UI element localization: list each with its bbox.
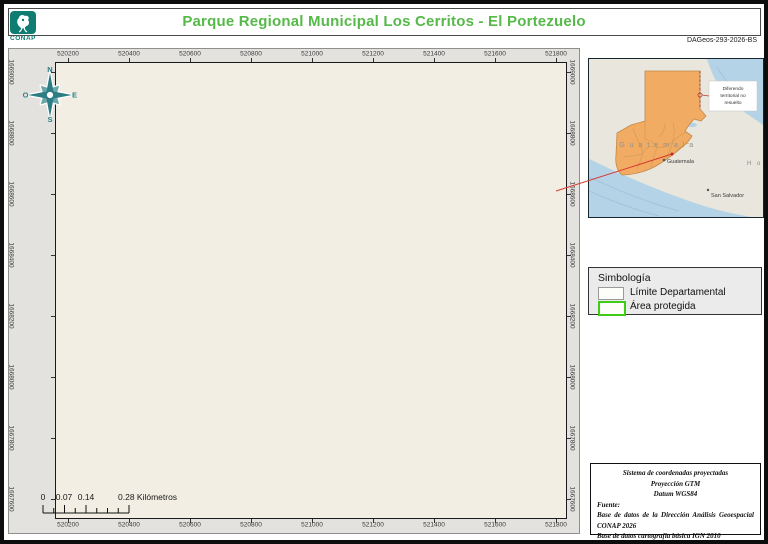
graticule-tick bbox=[51, 499, 55, 500]
graticule-tick bbox=[312, 519, 313, 523]
graticule-tick bbox=[51, 72, 55, 73]
easting-label-top: 520400 bbox=[118, 51, 140, 58]
fuente-label: Fuente: bbox=[597, 500, 754, 511]
compass-o: O bbox=[23, 91, 29, 100]
northing-label-left: 1667800 bbox=[8, 425, 15, 450]
inset-country-label: G u a t e m a l a bbox=[619, 142, 694, 149]
scale-label-014: 0.14 bbox=[78, 492, 95, 502]
graticule-tick bbox=[51, 133, 55, 134]
graticule-tick bbox=[373, 58, 374, 62]
note-line: resuelto bbox=[724, 100, 741, 106]
graticule-tick bbox=[68, 58, 69, 62]
northing-label-left: 1668800 bbox=[8, 120, 15, 145]
inset-locator-map: Diferendo territorial no resuelto G u a … bbox=[588, 58, 764, 218]
graticule-tick bbox=[251, 58, 252, 62]
inset-city-label: Guatemala bbox=[667, 159, 695, 165]
projection-line: Proyección GTM bbox=[597, 479, 754, 490]
compass-rose: N S O E bbox=[22, 64, 78, 122]
graticule-tick bbox=[373, 519, 374, 523]
graticule-tick bbox=[129, 519, 130, 523]
honduras-label: H o bbox=[747, 161, 762, 167]
graticule-tick bbox=[556, 519, 557, 523]
map-frame-border bbox=[55, 62, 567, 519]
scale-bar bbox=[40, 503, 135, 515]
easting-label-top: 521800 bbox=[545, 51, 567, 58]
graticule-tick bbox=[51, 377, 55, 378]
northing-label-left: 1668000 bbox=[8, 364, 15, 389]
source-line-1: Base de datos de la Dirección Análisis G… bbox=[597, 510, 754, 531]
compass-s: S bbox=[47, 115, 52, 122]
easting-label-top: 520600 bbox=[179, 51, 201, 58]
graticule-tick bbox=[495, 58, 496, 62]
graticule-tick bbox=[567, 316, 571, 317]
graticule-tick bbox=[567, 438, 571, 439]
map-title: Parque Regional Municipal Los Cerritos -… bbox=[8, 13, 760, 30]
graticule-tick bbox=[190, 519, 191, 523]
graticule-tick bbox=[68, 519, 69, 523]
graticule-tick bbox=[434, 58, 435, 62]
graticule-tick bbox=[129, 58, 130, 62]
protected-area-swatch bbox=[598, 301, 626, 316]
graticule-tick bbox=[51, 438, 55, 439]
crs-line: Sistema de coordenadas proyectadas bbox=[597, 468, 754, 479]
scale-label-0: 0 bbox=[41, 492, 46, 502]
northing-label-left: 1668600 bbox=[8, 181, 15, 206]
legend-title: Simbología bbox=[598, 272, 651, 284]
easting-label-top: 520800 bbox=[240, 51, 262, 58]
guatemala-city-dot bbox=[663, 159, 666, 162]
graticule-tick bbox=[312, 58, 313, 62]
legend-item-label: Área protegida bbox=[630, 301, 696, 312]
san-salvador-dot bbox=[707, 189, 709, 191]
northing-label-left: 1668200 bbox=[8, 303, 15, 328]
san-salvador-label: San Salvador bbox=[711, 193, 744, 199]
scale-label-028: 0.28 Kilómetros bbox=[118, 492, 177, 502]
quetzal-icon bbox=[10, 11, 36, 34]
graticule-tick bbox=[51, 316, 55, 317]
graticule-tick bbox=[556, 58, 557, 62]
graticule-tick bbox=[567, 377, 571, 378]
graticule-tick bbox=[567, 499, 571, 500]
departmental-boundary-swatch bbox=[598, 287, 624, 300]
note-line: territorial no bbox=[720, 93, 746, 99]
datum-line: Datum WGS84 bbox=[597, 489, 754, 500]
legend-item-label: Límite Departamental bbox=[630, 287, 726, 298]
source-line-2: Base de datos cartografía básica IGN 201… bbox=[597, 531, 754, 542]
legend: Simbología Límite Departamental Área pro… bbox=[588, 267, 762, 315]
graticule-tick bbox=[251, 519, 252, 523]
graticule-tick bbox=[567, 72, 571, 73]
graticule-tick bbox=[51, 255, 55, 256]
graticule-tick bbox=[434, 519, 435, 523]
graticule-tick bbox=[190, 58, 191, 62]
graticule-tick bbox=[567, 133, 571, 134]
map-metadata-box: Sistema de coordenadas proyectadas Proye… bbox=[590, 463, 761, 535]
graticule-tick bbox=[567, 255, 571, 256]
graticule-tick bbox=[51, 194, 55, 195]
scale-label-007: 0.07 bbox=[56, 492, 73, 502]
conap-logo bbox=[10, 11, 36, 34]
easting-label-top: 521600 bbox=[484, 51, 506, 58]
graticule-tick bbox=[495, 519, 496, 523]
northing-label-left: 1667600 bbox=[8, 486, 15, 511]
conap-logo-label: CONAP bbox=[6, 35, 40, 42]
graticule-tick bbox=[567, 194, 571, 195]
compass-e: E bbox=[72, 91, 77, 100]
document-code: DAGeos-293-2026-BS bbox=[597, 37, 757, 44]
easting-label-top: 521200 bbox=[362, 51, 384, 58]
northing-label-left: 1668400 bbox=[8, 242, 15, 267]
easting-label-top: 521000 bbox=[301, 51, 323, 58]
northing-label-left: 1669000 bbox=[8, 59, 15, 84]
note-line: Diferendo bbox=[723, 86, 744, 92]
easting-label-top: 520200 bbox=[57, 51, 79, 58]
easting-label-top: 521400 bbox=[423, 51, 445, 58]
